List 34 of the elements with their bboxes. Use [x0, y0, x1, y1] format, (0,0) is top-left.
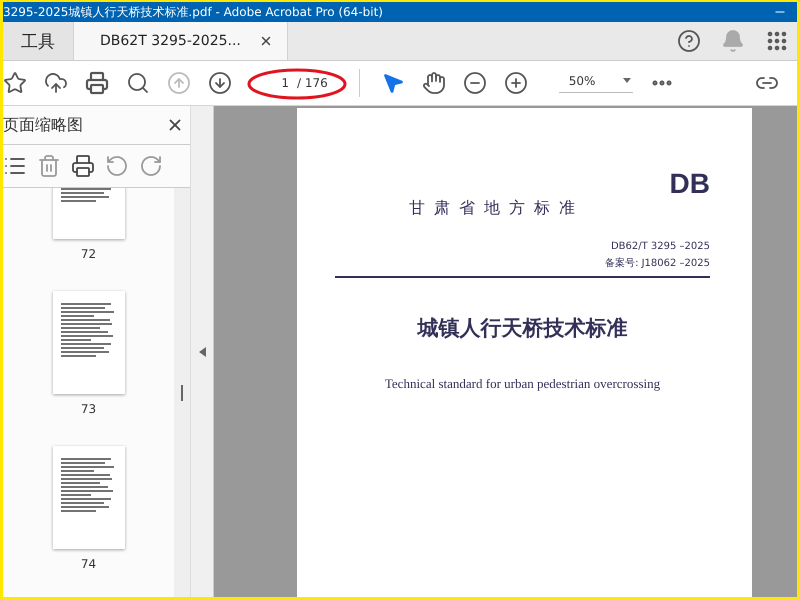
record-number: 备案号: J18062 –2025: [605, 256, 710, 270]
page-number-label: 74: [80, 557, 96, 571]
panel-title: 页面缩略图: [3, 114, 83, 136]
print-icon[interactable]: [85, 71, 109, 95]
rotate-left-icon[interactable]: [105, 154, 129, 178]
page-number-field[interactable]: 1: [267, 76, 289, 90]
page-number-label: 72: [80, 247, 96, 261]
delete-icon[interactable]: [37, 154, 61, 178]
standard-type-label: DB: [670, 168, 710, 200]
scroll-thumb: [181, 384, 183, 400]
cloud-upload-icon[interactable]: [44, 71, 68, 95]
page-count: / 176: [297, 76, 328, 90]
help-icon[interactable]: [677, 29, 701, 53]
document-title: 城镇人行天桥技术标准: [418, 314, 628, 342]
caret-icon: [622, 78, 631, 83]
page-number-label: 73: [80, 402, 96, 416]
search-icon[interactable]: [126, 71, 150, 95]
page-thumbnail[interactable]: [52, 291, 124, 394]
tab[interactable]: 工具: [3, 22, 74, 60]
standard-code: DB62/T 3295 –2025: [610, 241, 710, 252]
window-title: 3295-2025城镇人行天桥技术标准.pdf - Adobe Acrobat Pro (64-bit): [3, 5, 383, 19]
hand-icon[interactable]: [422, 71, 446, 95]
english-title: Technical standard for urban pedestrian overcrossing: [384, 376, 660, 392]
star-icon[interactable]: [3, 71, 27, 95]
tab[interactable]: DB62T 3295-2025...: [74, 22, 288, 60]
authority-heading: 甘肃省地方标准: [409, 198, 584, 219]
next-page-icon[interactable]: [208, 71, 232, 95]
zoom-in-icon[interactable]: [504, 71, 528, 95]
rotate-right-icon[interactable]: [139, 154, 163, 178]
zoom-out-icon[interactable]: [462, 71, 487, 95]
zoom-dropdown[interactable]: 50%: [558, 74, 633, 92]
page-thumbnail[interactable]: [52, 446, 124, 549]
apps-grid-icon[interactable]: [765, 29, 789, 53]
collapse-arrow-icon[interactable]: [198, 346, 206, 356]
